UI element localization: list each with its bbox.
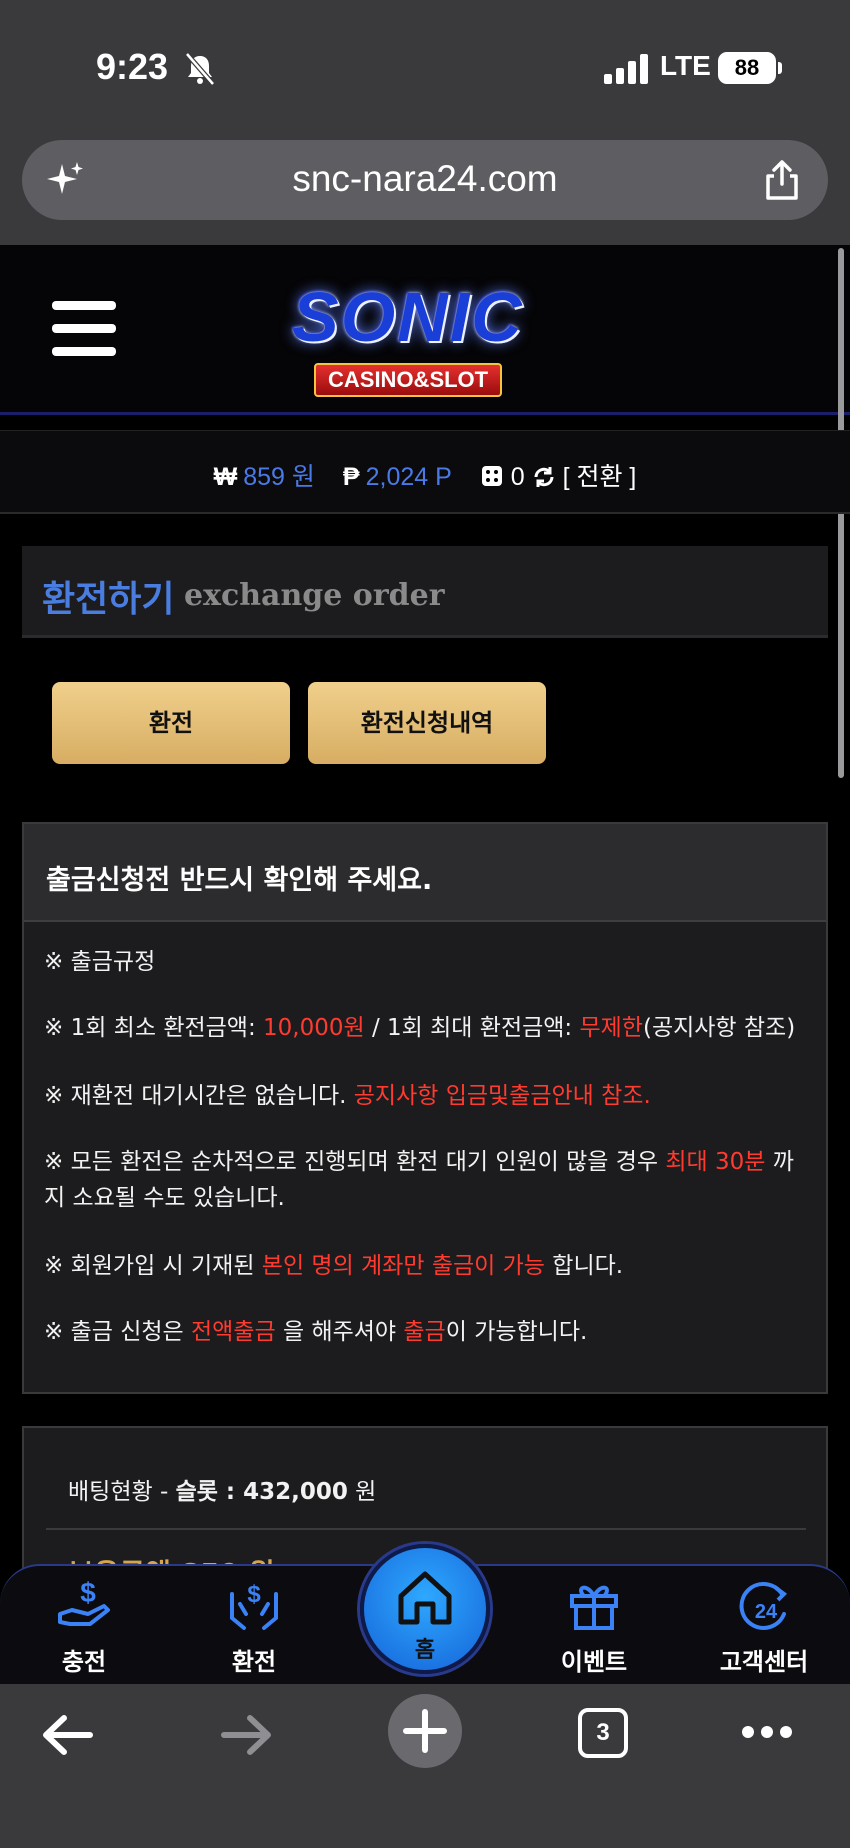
forward-arrow-icon[interactable] [218, 1710, 274, 1760]
site-header: SONIC CASINO&SLOT [0, 245, 850, 415]
point-icon: ₱ [342, 463, 360, 491]
nav-event[interactable]: 이벤트 [524, 1574, 664, 1684]
bell-slash-icon [185, 52, 215, 86]
notice-heading: 출금신청전 반드시 확인해 주세요. [24, 824, 826, 922]
plus-icon [403, 1709, 447, 1753]
tabs-button[interactable]: 3 [578, 1708, 628, 1758]
support-24-icon: 24 [739, 1581, 788, 1630]
signal-icon [604, 54, 648, 84]
refresh-icon[interactable] [532, 465, 556, 489]
nav-support[interactable]: 24 고객센터 [694, 1574, 834, 1684]
nav-event-label: 이벤트 [560, 1648, 628, 1676]
nav-home-label: 홈 [414, 1638, 436, 1663]
notice-heading-text: 출금신청전 반드시 확인해 주세요. [46, 865, 433, 896]
notice-line: ※ 출금규정 [44, 949, 156, 975]
network-type: LTE [660, 50, 711, 81]
notice-line: ※ 모든 환전은 순차적으로 진행되며 환전 대기 인원이 많을 경우 최대 3… [44, 1149, 794, 1211]
more-icon[interactable] [740, 1724, 794, 1740]
dice-icon [481, 466, 502, 486]
logo-sub: CASINO&SLOT [314, 363, 503, 397]
won-balance: 859 원 [243, 463, 315, 491]
exchange-history-tab-button[interactable]: 환전신청내역 [308, 682, 546, 764]
back-arrow-icon[interactable] [40, 1710, 96, 1760]
balance-bar: ₩859 원 ₱ 2,024 P 0 [ 전환 ] [0, 430, 850, 514]
deposit-icon: $ [58, 1577, 110, 1626]
notice-line: ※ 재환전 대기시간은 없습니다. 공지사항 입금및출금안내 참조. [44, 1083, 651, 1109]
new-tab-button[interactable] [388, 1694, 462, 1768]
share-icon[interactable] [762, 158, 802, 202]
betting-line: 배팅현황 - 슬롯 : 432,000 원 [68, 1479, 377, 1505]
browser-address-area: snc-nara24.com [0, 130, 850, 245]
logo-main: SONIC [292, 278, 524, 356]
svg-text:$: $ [247, 1581, 261, 1608]
nav-exchange[interactable]: $ 환전 [184, 1574, 324, 1684]
won-icon: ₩ [213, 463, 238, 491]
nav-support-label: 고객센터 [719, 1648, 809, 1676]
page-title-en: exchange order [184, 578, 445, 613]
nav-deposit-label: 충전 [61, 1648, 107, 1676]
svg-text:$: $ [80, 1577, 96, 1608]
status-time: 9:23 [96, 46, 169, 87]
url-text: snc-nara24.com [292, 158, 558, 199]
status-bar: 9:23 LTE 88 [0, 0, 850, 130]
menu-icon[interactable] [52, 301, 116, 356]
page-title: 환전하기 exchange order [22, 546, 828, 638]
point-balance: 2,024 P [365, 463, 452, 491]
nav-home[interactable]: 홈 [360, 1544, 490, 1674]
dice-value: 0 [510, 463, 525, 491]
divider [46, 1528, 806, 1530]
notice-line: ※ 1회 최소 환전금액: 10,000원 / 1회 최대 환전금액: 무제한(… [44, 1015, 796, 1041]
battery-icon: 88 [718, 52, 776, 84]
withdrawal-notice: 출금신청전 반드시 확인해 주세요. ※ 출금규정 ※ 1회 최소 환전금액: … [22, 822, 828, 1394]
exchange-tab-button[interactable]: 환전 [52, 682, 290, 764]
home-icon [398, 1571, 452, 1625]
gift-icon [570, 1585, 618, 1630]
address-bar[interactable]: snc-nara24.com [22, 140, 828, 220]
nav-deposit[interactable]: $ 충전 [14, 1574, 154, 1684]
site-logo[interactable]: SONIC CASINO&SLOT [262, 267, 592, 397]
page-title-ko: 환전하기 [42, 579, 175, 620]
battery-tip [778, 62, 782, 74]
nav-exchange-label: 환전 [231, 1648, 277, 1676]
notice-line: ※ 회원가입 시 기재된 본인 명의 계좌만 출금이 가능 합니다. [44, 1253, 624, 1279]
browser-toolbar: 3 [0, 1684, 850, 1848]
svg-text:24: 24 [755, 1601, 778, 1623]
notice-line: ※ 출금 신청은 전액출금 을 해주셔야 출금이 가능합니다. [44, 1319, 588, 1345]
exchange-icon: $ [230, 1581, 278, 1630]
convert-button[interactable]: [ 전환 ] [563, 463, 637, 491]
